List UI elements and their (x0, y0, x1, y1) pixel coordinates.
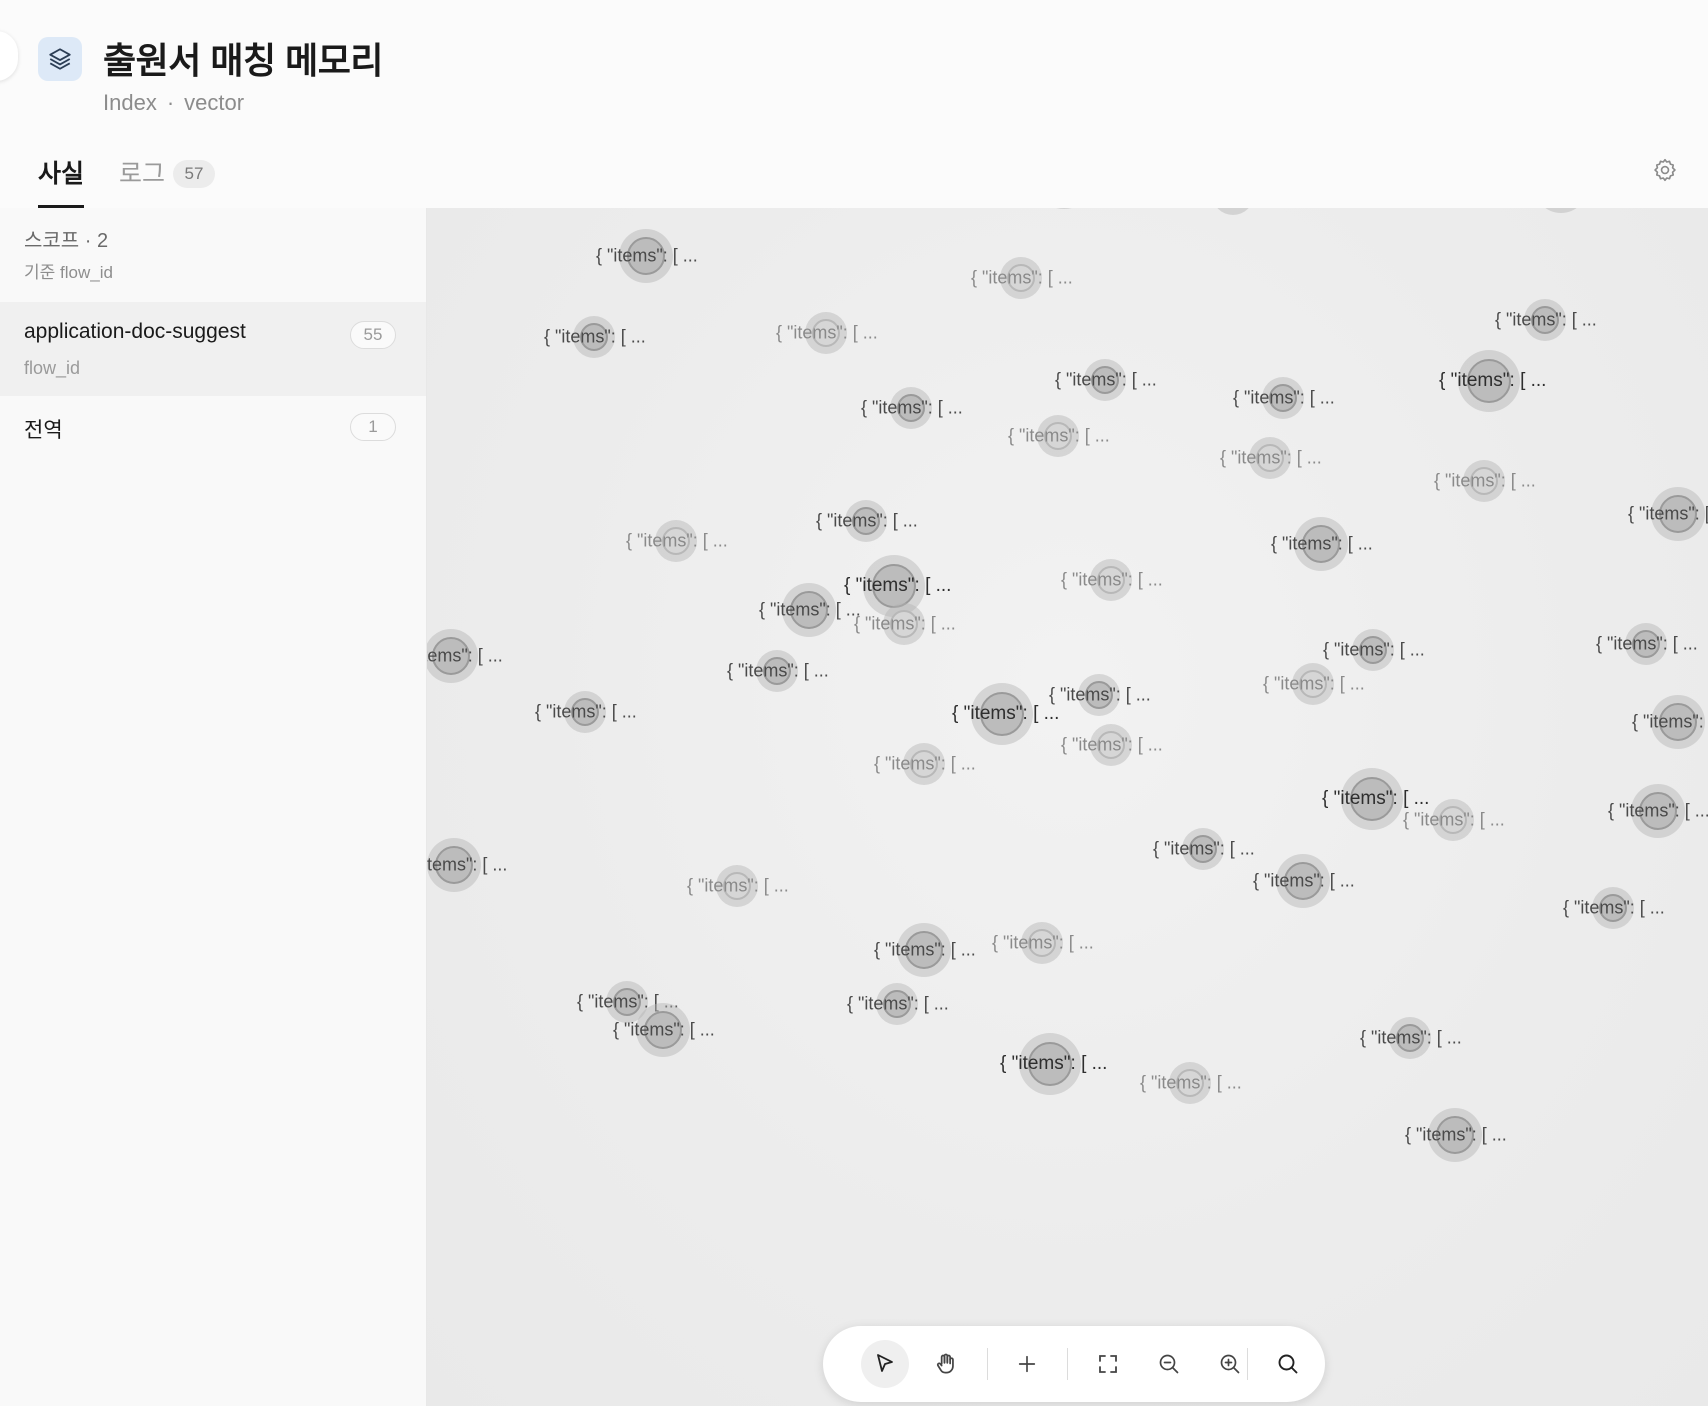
node-label: { "items": [ ... (1220, 447, 1322, 468)
node-label: { "items": [ ... (816, 510, 918, 531)
node-label: { "items": [ ... (687, 875, 789, 896)
node-label: { "items": [ ... (861, 397, 963, 418)
toolbar-divider (987, 1348, 988, 1380)
node-label: { "items": [ ... (874, 753, 976, 774)
fit-view-icon[interactable] (1084, 1340, 1132, 1388)
node-halo (1534, 208, 1588, 213)
node-label: { "items": [ ... (759, 599, 861, 620)
node-label: { "items": [ ... (1628, 503, 1708, 524)
node-label: { "items": [ ... (847, 993, 949, 1014)
node-label: { "items": [ ... (1596, 633, 1698, 654)
node-label: { "items": [ ... (613, 1019, 715, 1040)
page-subtitle: Index · vector (103, 90, 244, 116)
node-label: { "items": [ ... (1360, 1027, 1462, 1048)
scope-item-count: 55 (350, 321, 396, 349)
node-label: { "items": [ ... (1322, 788, 1430, 809)
layers-icon (38, 37, 82, 81)
pointer-icon[interactable] (861, 1340, 909, 1388)
node-halo (1033, 208, 1095, 209)
tab-bar: 사실 로그 57 (0, 140, 1680, 209)
node-label: { "items": [ ... (626, 530, 728, 551)
node-label: { "items": [ ... (1061, 569, 1163, 590)
node-label: { "items": [ ... (1403, 809, 1505, 830)
scope-item-application-doc-suggest[interactable]: application-doc-suggest flow_id 55 (0, 302, 426, 396)
node-label: { "items": [ ... (1008, 425, 1110, 446)
node-label: { "items": [ ... (844, 575, 952, 596)
page-header: 출원서 매칭 메모리 Index · vector (0, 0, 1708, 130)
node-label: { "items": [ ... (1271, 533, 1373, 554)
plus-icon[interactable] (1003, 1340, 1051, 1388)
node-label: { "items": (1632, 711, 1704, 732)
tab-facts[interactable]: 사실 (38, 154, 84, 190)
scope-item-global[interactable]: 전역 1 (0, 396, 426, 468)
node-label: { "items": [ ... (1140, 1072, 1242, 1093)
scope-basis: 기준 flow_id (24, 263, 113, 282)
node-label: { "items": [ ... (1233, 387, 1335, 408)
node-label: { "items": [ ... (1434, 470, 1536, 491)
scope-item-name: application-doc-suggest (24, 320, 246, 343)
subtitle-type: Index (103, 90, 157, 115)
node-label: tems": [ ... (427, 854, 508, 875)
vector-graph-canvas[interactable]: { "items": [ ...{ "items": [ ...{ "items… (427, 208, 1708, 1406)
toolbar-divider (1067, 1348, 1068, 1380)
node-halo (1212, 208, 1254, 215)
node-label: { "items": [ ... (952, 703, 1060, 724)
node-label: { "items": [ ... (596, 245, 698, 266)
node-label: { "items": [ ... (1323, 639, 1425, 660)
gear-icon[interactable] (1652, 157, 1680, 185)
hand-icon[interactable] (922, 1340, 970, 1388)
scope-item-key: flow_id (24, 358, 81, 378)
node-label: { "items": [ ... (427, 645, 503, 666)
node-label: { "items": [ ... (1439, 370, 1547, 391)
node-label: { "items": [ ... (1153, 838, 1255, 859)
scope-sidebar: 스코프 · 2 기준 flow_id application-doc-sugge… (0, 208, 427, 1406)
logs-count-badge: 57 (173, 160, 216, 188)
node-label: { "items": [ ... (1061, 734, 1163, 755)
tab-logs-label: 로그 (119, 160, 166, 188)
zoom-out-icon[interactable] (1145, 1340, 1193, 1388)
canvas-toolbar (823, 1326, 1325, 1402)
node-label: { "items": [ ... (1495, 309, 1597, 330)
scope-heading: 스코프 · 2 (24, 230, 109, 252)
node-label: { "items": [ ... (776, 322, 878, 343)
page-title: 출원서 매칭 메모리 (103, 40, 383, 81)
scope-item-count: 1 (350, 413, 396, 441)
node-label: { "items": [ ... (1263, 673, 1365, 694)
subtitle-kind: vector (184, 90, 245, 115)
node-label: { "items": [ ... (727, 660, 829, 681)
node-label: { "items": [ ... (1049, 684, 1151, 705)
tab-logs[interactable]: 로그 57 (119, 154, 216, 190)
node-label: { "items": [ ... (1405, 1124, 1507, 1145)
node-label: { "items": [ ... (874, 939, 976, 960)
node-label: { "items": [ ... (1055, 369, 1157, 390)
node-label: { "items": [ ... (854, 613, 956, 634)
node-label: { "items": [ ... (971, 267, 1073, 288)
search-icon[interactable] (1264, 1340, 1312, 1388)
node-label: { "items": [ ... (1608, 800, 1708, 821)
node-label: { "items": [ ... (544, 326, 646, 347)
node-label: { "items": [ ... (1563, 897, 1665, 918)
collapse-handle[interactable] (0, 31, 18, 81)
toolbar-divider (1247, 1348, 1248, 1380)
scope-item-name: 전역 (24, 419, 63, 442)
node-label: { "items": [ ... (992, 932, 1094, 953)
node-label: { "items": [ ... (1253, 870, 1355, 891)
subtitle-separator: · (166, 90, 175, 115)
node-label: { "items": [ ... (1000, 1053, 1108, 1074)
node-label: { "items": [ ... (535, 701, 637, 722)
